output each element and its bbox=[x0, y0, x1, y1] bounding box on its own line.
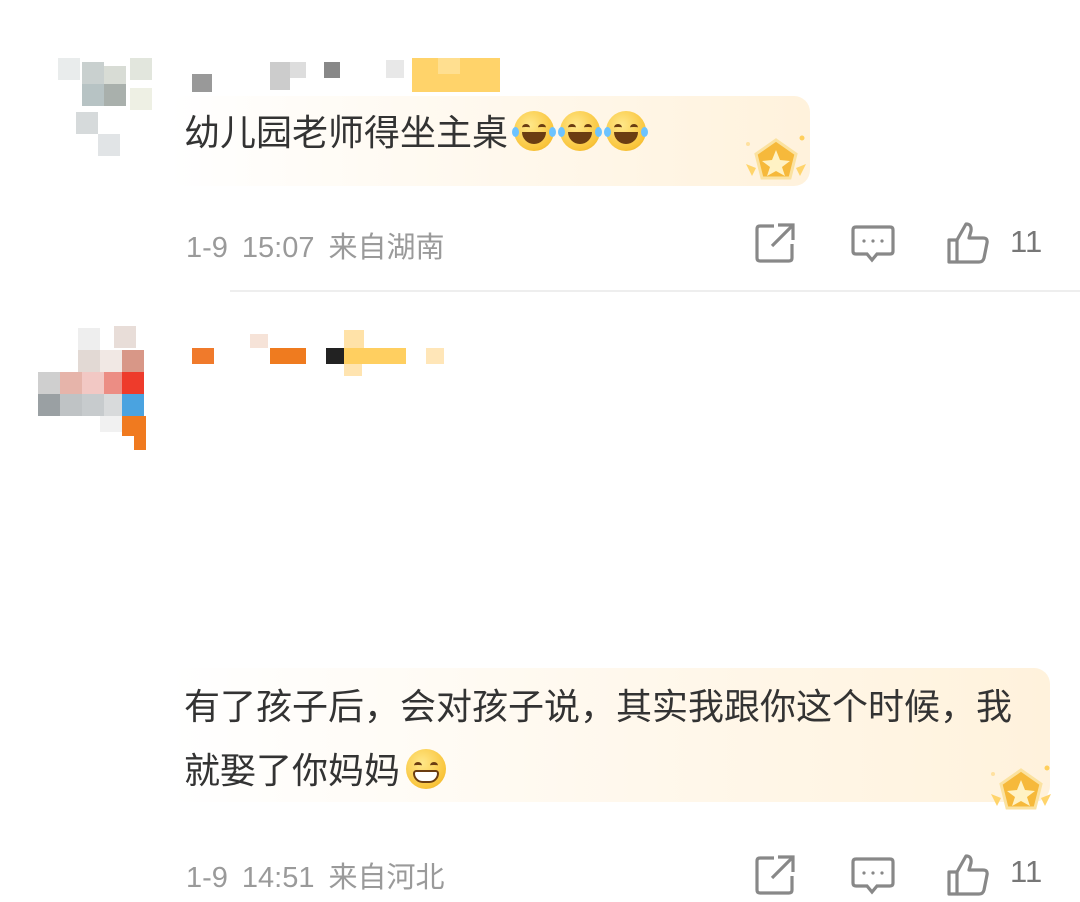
comment-text: 幼儿园老师得坐主桌 bbox=[184, 102, 744, 166]
share-icon bbox=[755, 855, 795, 895]
comment-meta: 1-9 14:51 来自河北 bbox=[186, 854, 459, 896]
share-button[interactable] bbox=[752, 220, 798, 266]
reply-button[interactable] bbox=[850, 852, 896, 898]
comment-text: 有了孩子后，会对孩子说，其实我跟你这个时候，我就娶了你妈妈 bbox=[184, 687, 1013, 792]
comment-item: 有了孩子后，会对孩子说，其实我跟你这个时候，我就娶了你妈妈 1-9 14:51 来自… bbox=[0, 292, 1080, 896]
comment-date: 1-9 bbox=[186, 232, 228, 264]
thumbs-up-icon bbox=[947, 222, 989, 264]
share-icon bbox=[755, 223, 795, 263]
share-button[interactable] bbox=[752, 852, 798, 898]
avatar[interactable] bbox=[38, 48, 158, 158]
like-count: 11 bbox=[1010, 224, 1043, 259]
comment-icon bbox=[851, 857, 895, 895]
avatar[interactable] bbox=[38, 322, 158, 450]
like-count: 11 bbox=[1010, 854, 1043, 889]
grin-emoji bbox=[406, 749, 447, 789]
comment-icon bbox=[851, 225, 895, 263]
like-button[interactable] bbox=[945, 220, 991, 266]
laugh-cry-emoji bbox=[512, 111, 557, 151]
laugh-cry-emoji bbox=[604, 111, 649, 151]
reply-button[interactable] bbox=[850, 220, 896, 266]
comment-time: 14:51 bbox=[241, 862, 315, 894]
comment-location: 来自湖南 bbox=[328, 232, 445, 264]
comment-item: 幼儿园老师得坐主桌 1-9 15:07 来自湖南 11 bbox=[0, 0, 1080, 290]
comment-date: 1-9 bbox=[186, 862, 228, 894]
thumbs-up-icon bbox=[947, 854, 989, 896]
star-medal-icon bbox=[985, 762, 1057, 822]
comment-time: 15:07 bbox=[241, 232, 315, 264]
comment-location: 来自河北 bbox=[328, 862, 445, 894]
like-button[interactable] bbox=[945, 852, 991, 898]
laugh-cry-emoji bbox=[558, 111, 603, 151]
star-medal-icon bbox=[740, 132, 812, 192]
comment-meta: 1-9 15:07 来自湖南 bbox=[186, 224, 459, 266]
